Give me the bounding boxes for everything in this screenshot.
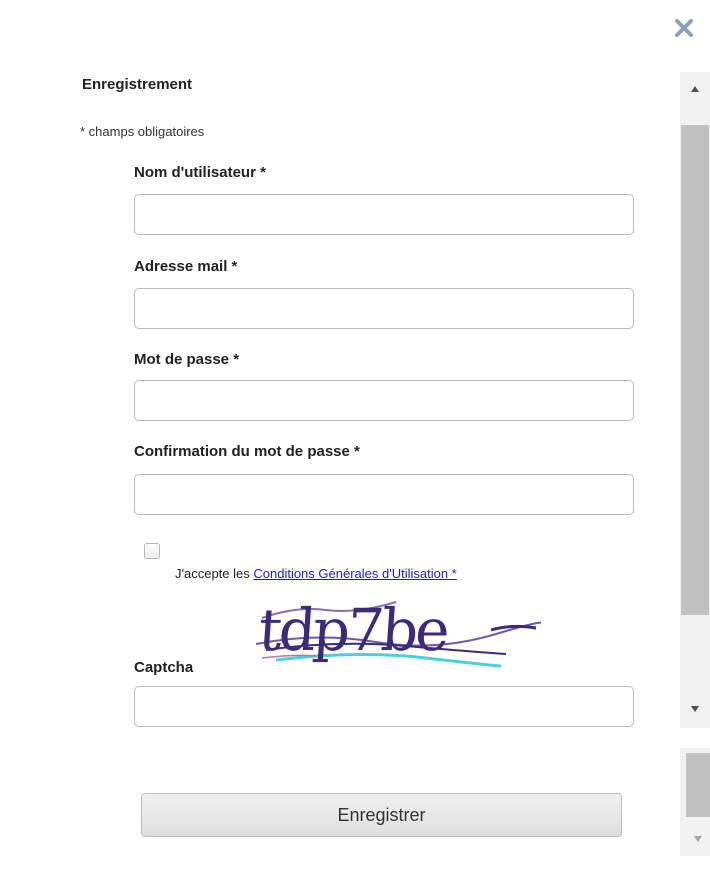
terms-row: J'accepte les Conditions Générales d'Uti… [175, 566, 457, 581]
close-icon [675, 19, 693, 37]
triangle-down-icon [691, 706, 699, 712]
svg-text:tdp7be: tdp7be [256, 596, 449, 664]
required-fields-note: * champs obligatoires [80, 124, 205, 139]
username-input[interactable] [134, 194, 634, 235]
page-scroll-down-button[interactable] [683, 824, 710, 854]
username-label: Nom d'utilisateur * [134, 164, 266, 181]
scroll-down-button[interactable] [680, 694, 710, 724]
captcha-label: Captcha [134, 659, 194, 676]
terms-checkbox[interactable] [144, 543, 160, 559]
email-label: Adresse mail * [134, 258, 238, 275]
submit-button[interactable]: Enregistrer [141, 793, 622, 837]
terms-link[interactable]: Conditions Générales d'Utilisation * [253, 566, 456, 581]
password-input[interactable] [134, 380, 634, 421]
password-confirm-input[interactable] [134, 474, 634, 515]
close-button[interactable] [670, 14, 698, 42]
captcha-input[interactable] [134, 686, 634, 727]
triangle-up-icon [691, 86, 699, 92]
scroll-up-button[interactable] [680, 74, 710, 104]
password-confirm-label: Confirmation du mot de passe * [134, 443, 360, 460]
page-scrollbar-thumb[interactable] [686, 753, 710, 817]
triangle-down-icon [694, 836, 702, 842]
form-scrollbar-thumb[interactable] [681, 125, 709, 615]
captcha-image: tdp7be [256, 596, 541, 668]
email-input[interactable] [134, 288, 634, 329]
password-label: Mot de passe * [134, 351, 240, 368]
dialog-title: Enregistrement [82, 76, 193, 93]
terms-prefix: J'accepte les [175, 566, 254, 581]
